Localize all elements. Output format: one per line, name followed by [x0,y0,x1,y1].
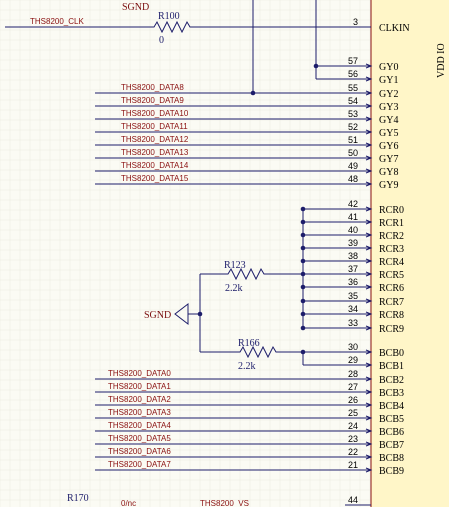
net-bcb9: THS8200_DATA7 [108,460,171,469]
pin-name: RCR8 [379,310,404,321]
net-gy3: THS8200_DATA9 [121,96,184,105]
net-bcb4: THS8200_DATA2 [108,395,171,404]
pin-name: RCR6 [379,283,404,294]
pin-number: 33 [348,318,358,328]
pin-number: 30 [348,342,358,352]
r170-ref: R170 [67,493,89,504]
net-gy4: THS8200_DATA10 [121,109,189,118]
pin-name: GY9 [379,180,398,191]
net-bcb2: THS8200_DATA0 [108,369,171,378]
r166-value: 2.2k [238,361,256,372]
pin-number: 36 [348,277,358,287]
pin-number: 42 [348,199,358,209]
pin-number: 21 [348,460,358,470]
pin-name: GY1 [379,75,398,86]
pin-number: 53 [348,109,358,119]
pin-number: 27 [348,382,358,392]
pin-number: 49 [348,161,358,171]
pin-name: BCB6 [379,427,404,438]
pin-number: 29 [348,355,358,365]
pin-number: 23 [348,434,358,444]
pin-number: 35 [348,291,358,301]
net-clk: THS8200_CLK [30,17,84,26]
pin-name: BCB8 [379,453,404,464]
pin-number: 50 [348,148,358,158]
net-bcb6: THS8200_DATA4 [108,421,171,430]
pin-name: RCR5 [379,270,404,281]
net-gy9: THS8200_DATA15 [121,174,189,183]
net-gy5: THS8200_DATA11 [121,122,188,131]
net-bottom: THS8200_VS [200,499,249,507]
pin-number: 24 [348,421,358,431]
pin-number: 38 [348,251,358,261]
pin-name: GY3 [379,102,398,113]
pin-number: 25 [348,408,358,418]
net-bcb7: THS8200_DATA5 [108,434,171,443]
pin-name: RCR2 [379,231,404,242]
pin-number: 40 [348,225,358,235]
pin-name: BCB0 [379,348,404,359]
pin-number: 52 [348,122,358,132]
pin-number: 56 [348,69,358,79]
pin-name: BCB9 [379,466,404,477]
pin-name: BCB5 [379,414,404,425]
pin-name: CLKIN [379,23,410,34]
junction-gy2 [250,90,256,96]
pin-number: 44 [348,495,358,505]
pin-number: 39 [348,238,358,248]
pin-number: 3 [353,17,358,27]
net-gy2: THS8200_DATA8 [121,83,184,92]
pin-number: 26 [348,395,358,405]
ic-vertical-label: VDD IO [436,43,447,78]
net-gy6: THS8200_DATA12 [121,135,189,144]
net-bcb8: THS8200_DATA6 [108,447,171,456]
pin-name: RCR1 [379,218,404,229]
pin-name: BCB1 [379,361,404,372]
sgnd-top-label: SGND [122,2,149,13]
pin-name: BCB7 [379,440,404,451]
pin-name: RCR0 [379,205,404,216]
pin-name: RCR3 [379,244,404,255]
net-gy8: THS8200_DATA14 [121,161,189,170]
r123-resistor [200,267,303,281]
pin-name: GY4 [379,115,398,126]
pin-number: 51 [348,135,358,145]
pin-name: BCB4 [379,401,404,412]
pin-number: 57 [348,56,358,66]
junction-gy0 [313,63,319,69]
pin-number: 37 [348,264,358,274]
pin-name: RCR9 [379,324,404,335]
pin-name: BCB3 [379,388,404,399]
pin-name: BCB2 [379,375,404,386]
pin-name: GY7 [379,154,398,165]
r100-ref: R100 [158,11,180,22]
pin-name: GY5 [379,128,398,139]
sgnd-mid-label: SGND [144,310,171,321]
r123-ref: R123 [224,260,246,271]
pin-name: GY6 [379,141,398,152]
schematic-canvas: VDD IO 3 CLKIN 57 GY0 56 GY1 55 GY2 54 GY3 53 GY4 52… [0,0,449,507]
pin-name: GY8 [379,167,398,178]
r170-value: 0/nc [121,499,136,507]
pin-name: RCR4 [379,257,404,268]
pin-number: 54 [348,96,358,106]
r166-ref: R166 [238,338,260,349]
pin-name: RCR7 [379,297,404,308]
sgnd-ground-symbol [174,302,189,326]
net-bcb5: THS8200_DATA3 [108,408,171,417]
r100-value: 0 [159,35,164,46]
pin-name: GY2 [379,89,398,100]
pin-number: 48 [348,174,358,184]
pin-number: 41 [348,212,358,222]
pin-number: 28 [348,369,358,379]
pin-number: 55 [348,83,358,93]
pin-name: GY0 [379,62,398,73]
net-gy7: THS8200_DATA13 [121,148,189,157]
net-bcb3: THS8200_DATA1 [108,382,171,391]
r123-value: 2.2k [225,283,243,294]
pin-number: 34 [348,304,358,314]
pin-number: 22 [348,447,358,457]
